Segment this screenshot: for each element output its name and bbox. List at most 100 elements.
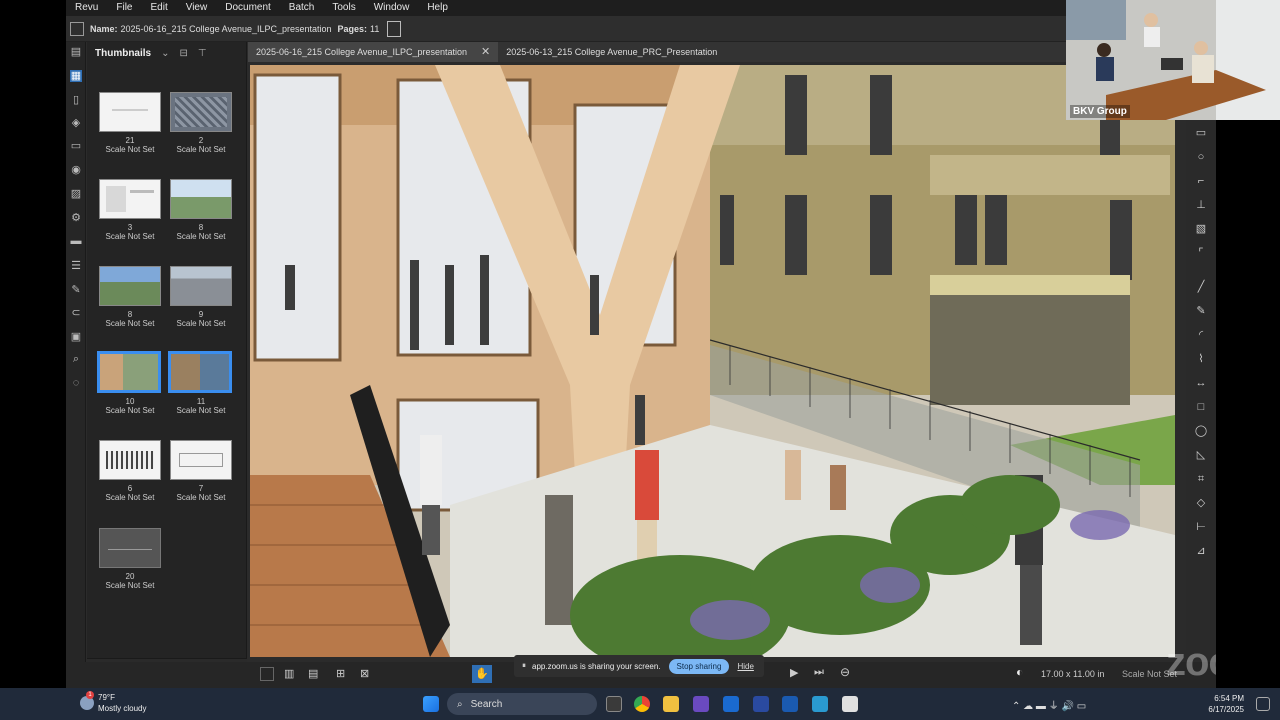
split-view-icon[interactable]: ▥ xyxy=(284,667,294,680)
thumbnail-scale: Scale Not Set xyxy=(176,493,226,502)
tab-prc-presentation[interactable]: 2025-06-13_215 College Avenue_PRC_Presen… xyxy=(498,42,725,62)
revu-icon[interactable] xyxy=(753,696,769,712)
menu-help[interactable]: Help xyxy=(418,0,457,16)
menu-window[interactable]: Window xyxy=(365,0,419,16)
menu-file[interactable]: File xyxy=(107,0,141,16)
thumbnail-page-selected[interactable] xyxy=(97,351,161,393)
search-icon[interactable]: ⌕ xyxy=(70,353,82,365)
thumbnails-panel: Thumbnails ⌄ ⊟ ⊤ 21 Scale Not Set 2 Scal… xyxy=(87,42,247,688)
ellipse-icon[interactable]: ◯ xyxy=(1194,424,1208,438)
page-dimensions: 17.00 x 11.00 in xyxy=(1041,669,1105,679)
image-icon[interactable]: ▧ xyxy=(1194,222,1208,236)
thumbnail-page[interactable] xyxy=(99,92,161,132)
contrast-icon[interactable]: ◐ xyxy=(1016,665,1023,679)
stop-sharing-button[interactable]: Stop sharing xyxy=(668,658,730,674)
eraser-icon[interactable]: ◇ xyxy=(1194,496,1208,510)
menu-batch[interactable]: Batch xyxy=(280,0,324,16)
thumbnail-filter-icon[interactable]: ⊤ xyxy=(198,48,207,59)
cloud-icon[interactable]: ⌗ xyxy=(1194,472,1208,486)
thumbnail-options-icon[interactable]: ⊟ xyxy=(180,48,188,59)
thumbnail-page[interactable] xyxy=(99,266,161,306)
measure-area-icon[interactable]: ⊿ xyxy=(1194,544,1208,558)
thumbnail-page-selected[interactable] xyxy=(168,351,232,393)
zoom-participant-video[interactable]: BKV Group xyxy=(1066,0,1280,120)
thumbnail-page[interactable] xyxy=(99,440,161,480)
document-menu-icon[interactable] xyxy=(70,21,84,36)
tab-ilpc-presentation[interactable]: 2025-06-16_215 College Avenue_ILPC_prese… xyxy=(248,42,499,62)
task-view-icon[interactable] xyxy=(606,696,622,712)
taskbar-search[interactable]: ⌕ Search xyxy=(447,693,597,715)
document-canvas[interactable] xyxy=(250,65,1175,657)
file-access-icon[interactable]: ▤ xyxy=(70,46,82,58)
thumbnail-number: 11 xyxy=(196,397,206,406)
pan-hand-icon[interactable]: ✋ xyxy=(472,665,492,683)
thumbnail-page[interactable] xyxy=(99,528,161,568)
circle-icon[interactable]: ○ xyxy=(1194,150,1208,164)
notification-badge: 1 xyxy=(86,691,94,699)
layers-icon[interactable]: ◈ xyxy=(70,117,82,129)
arc-icon[interactable]: ◜ xyxy=(1194,328,1208,342)
thumbnail-page[interactable] xyxy=(170,179,232,219)
app-icon-2[interactable] xyxy=(842,696,858,712)
app-icon[interactable] xyxy=(782,696,798,712)
crop-icon[interactable]: ⌜ xyxy=(1194,246,1208,260)
pen-icon[interactable]: ✎ xyxy=(1194,304,1208,318)
page-icon[interactable] xyxy=(387,20,402,37)
measurements-icon[interactable]: ▬ xyxy=(70,235,82,247)
menu-edit[interactable]: Edit xyxy=(141,0,176,16)
properties-icon[interactable]: ◉ xyxy=(70,164,82,176)
menu-revu[interactable]: Revu xyxy=(66,0,107,16)
thumbnail-page[interactable] xyxy=(170,440,232,480)
tab-label: 2025-06-13_215 College Avenue_PRC_Presen… xyxy=(506,47,718,57)
links-icon[interactable]: ⊂ xyxy=(70,307,82,319)
thumbnail-number: 10 xyxy=(125,397,135,406)
bookmarks-icon[interactable]: ▯ xyxy=(70,94,82,106)
forms-icon[interactable]: ☰ xyxy=(70,260,82,272)
thumbnails-icon[interactable]: ▦ xyxy=(70,70,82,82)
stamp-icon[interactable]: ⊥ xyxy=(1194,198,1208,212)
outlook-icon[interactable] xyxy=(723,696,739,712)
windows-start-icon[interactable] xyxy=(423,696,439,712)
horizontal-split-icon[interactable]: ▤ xyxy=(308,667,318,680)
thumbnail-page[interactable] xyxy=(170,92,232,132)
line-icon[interactable]: ╱ xyxy=(1194,280,1208,294)
system-tray-icons[interactable]: ⌃ ☁ ▬ ⏚ 🔊 ▭ xyxy=(1012,697,1086,712)
thumbnail-page[interactable] xyxy=(99,179,161,219)
thumbnail-page[interactable] xyxy=(170,266,232,306)
rectangle-icon[interactable]: □ xyxy=(1194,400,1208,414)
measure-length-icon[interactable]: ⊢ xyxy=(1194,520,1208,534)
polygon-icon[interactable]: ◺ xyxy=(1194,448,1208,462)
edge-icon[interactable] xyxy=(812,696,828,712)
next-page-icon[interactable]: ▶ xyxy=(790,666,798,679)
chrome-icon[interactable] xyxy=(634,696,650,712)
callout-icon[interactable]: ⌐ xyxy=(1194,174,1208,188)
last-page-icon[interactable]: ⏭ xyxy=(814,666,824,679)
menu-view[interactable]: View xyxy=(177,0,217,16)
signatures-icon[interactable]: ✎ xyxy=(70,284,82,296)
markups-icon[interactable]: ▨ xyxy=(70,188,82,200)
thumbnail-scale: Scale Not Set xyxy=(176,319,226,328)
back-icon[interactable]: ⊖ xyxy=(840,665,850,679)
single-page-icon[interactable] xyxy=(260,667,274,681)
menu-document[interactable]: Document xyxy=(216,0,280,16)
thumbnail-scale: Scale Not Set xyxy=(105,232,155,241)
menu-tools[interactable]: Tools xyxy=(323,0,364,16)
compare-icon[interactable]: ⊞ xyxy=(336,667,345,680)
weather-widget[interactable]: 79°F Mostly cloudy xyxy=(98,692,146,714)
sets-icon[interactable]: ▣ xyxy=(70,331,82,343)
settings-icon[interactable]: ⚙ xyxy=(70,212,82,224)
dimension-icon[interactable]: ↔ xyxy=(1194,376,1208,390)
chevron-down-icon[interactable]: ⌄ xyxy=(161,48,169,59)
zoom-sharing-bar: ⏸ app.zoom.us is sharing your screen. St… xyxy=(514,655,764,677)
text-box-icon[interactable]: ▭ xyxy=(1194,126,1208,140)
taskbar-clock[interactable]: 6:54 PM 6/17/2025 xyxy=(1208,693,1244,715)
hide-button[interactable]: Hide xyxy=(737,662,753,671)
tool-chest-icon[interactable]: ▭ xyxy=(70,140,82,152)
close-icon[interactable]: ✕ xyxy=(481,42,490,62)
notifications-icon[interactable] xyxy=(1256,697,1270,711)
file-explorer-icon[interactable] xyxy=(663,696,679,712)
studio-icon[interactable]: ◌ xyxy=(70,377,82,389)
select-icon[interactable]: ⊠ xyxy=(360,667,369,680)
teams-icon[interactable] xyxy=(693,696,709,712)
polyline-icon[interactable]: ⌇ xyxy=(1194,352,1208,366)
